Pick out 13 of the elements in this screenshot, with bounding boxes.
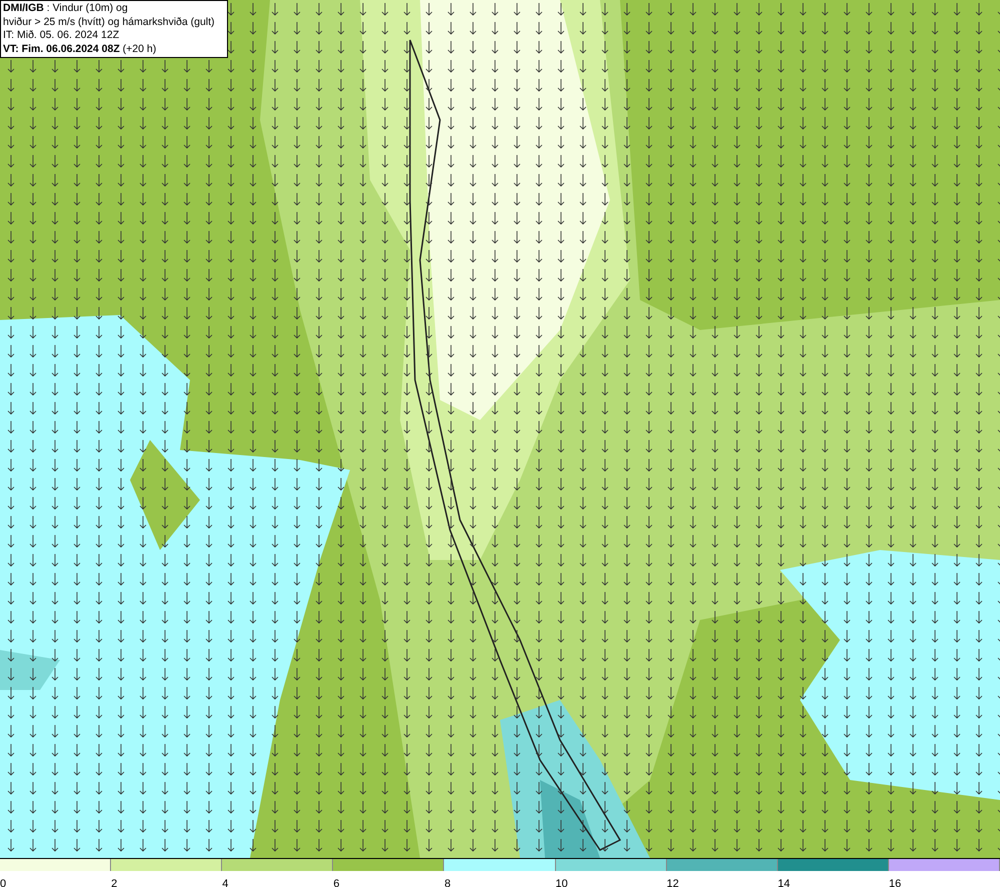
- legend-label: 2: [111, 878, 118, 887]
- legend-label: 10: [556, 878, 568, 887]
- legend-label: 14: [778, 878, 790, 887]
- legend-label: 0: [0, 878, 6, 887]
- legend-label: 12: [666, 878, 679, 887]
- legend-label: 8: [444, 878, 451, 887]
- title-line: IT: Mið. 05. 06. 2024 12Z: [3, 29, 120, 42]
- legend-label: 6: [333, 878, 340, 887]
- legend-label: 4: [222, 878, 228, 887]
- title-line: VT: Fim. 06.06.2024 08Z (+20 h): [3, 42, 158, 56]
- title-line: DMI/IGB : Vindur (10m) og: [3, 2, 129, 16]
- title-line: hviður > 25 m/s (hvítt) og hámarkshviða (gult): [3, 16, 216, 29]
- legend-label: 16: [888, 878, 902, 887]
